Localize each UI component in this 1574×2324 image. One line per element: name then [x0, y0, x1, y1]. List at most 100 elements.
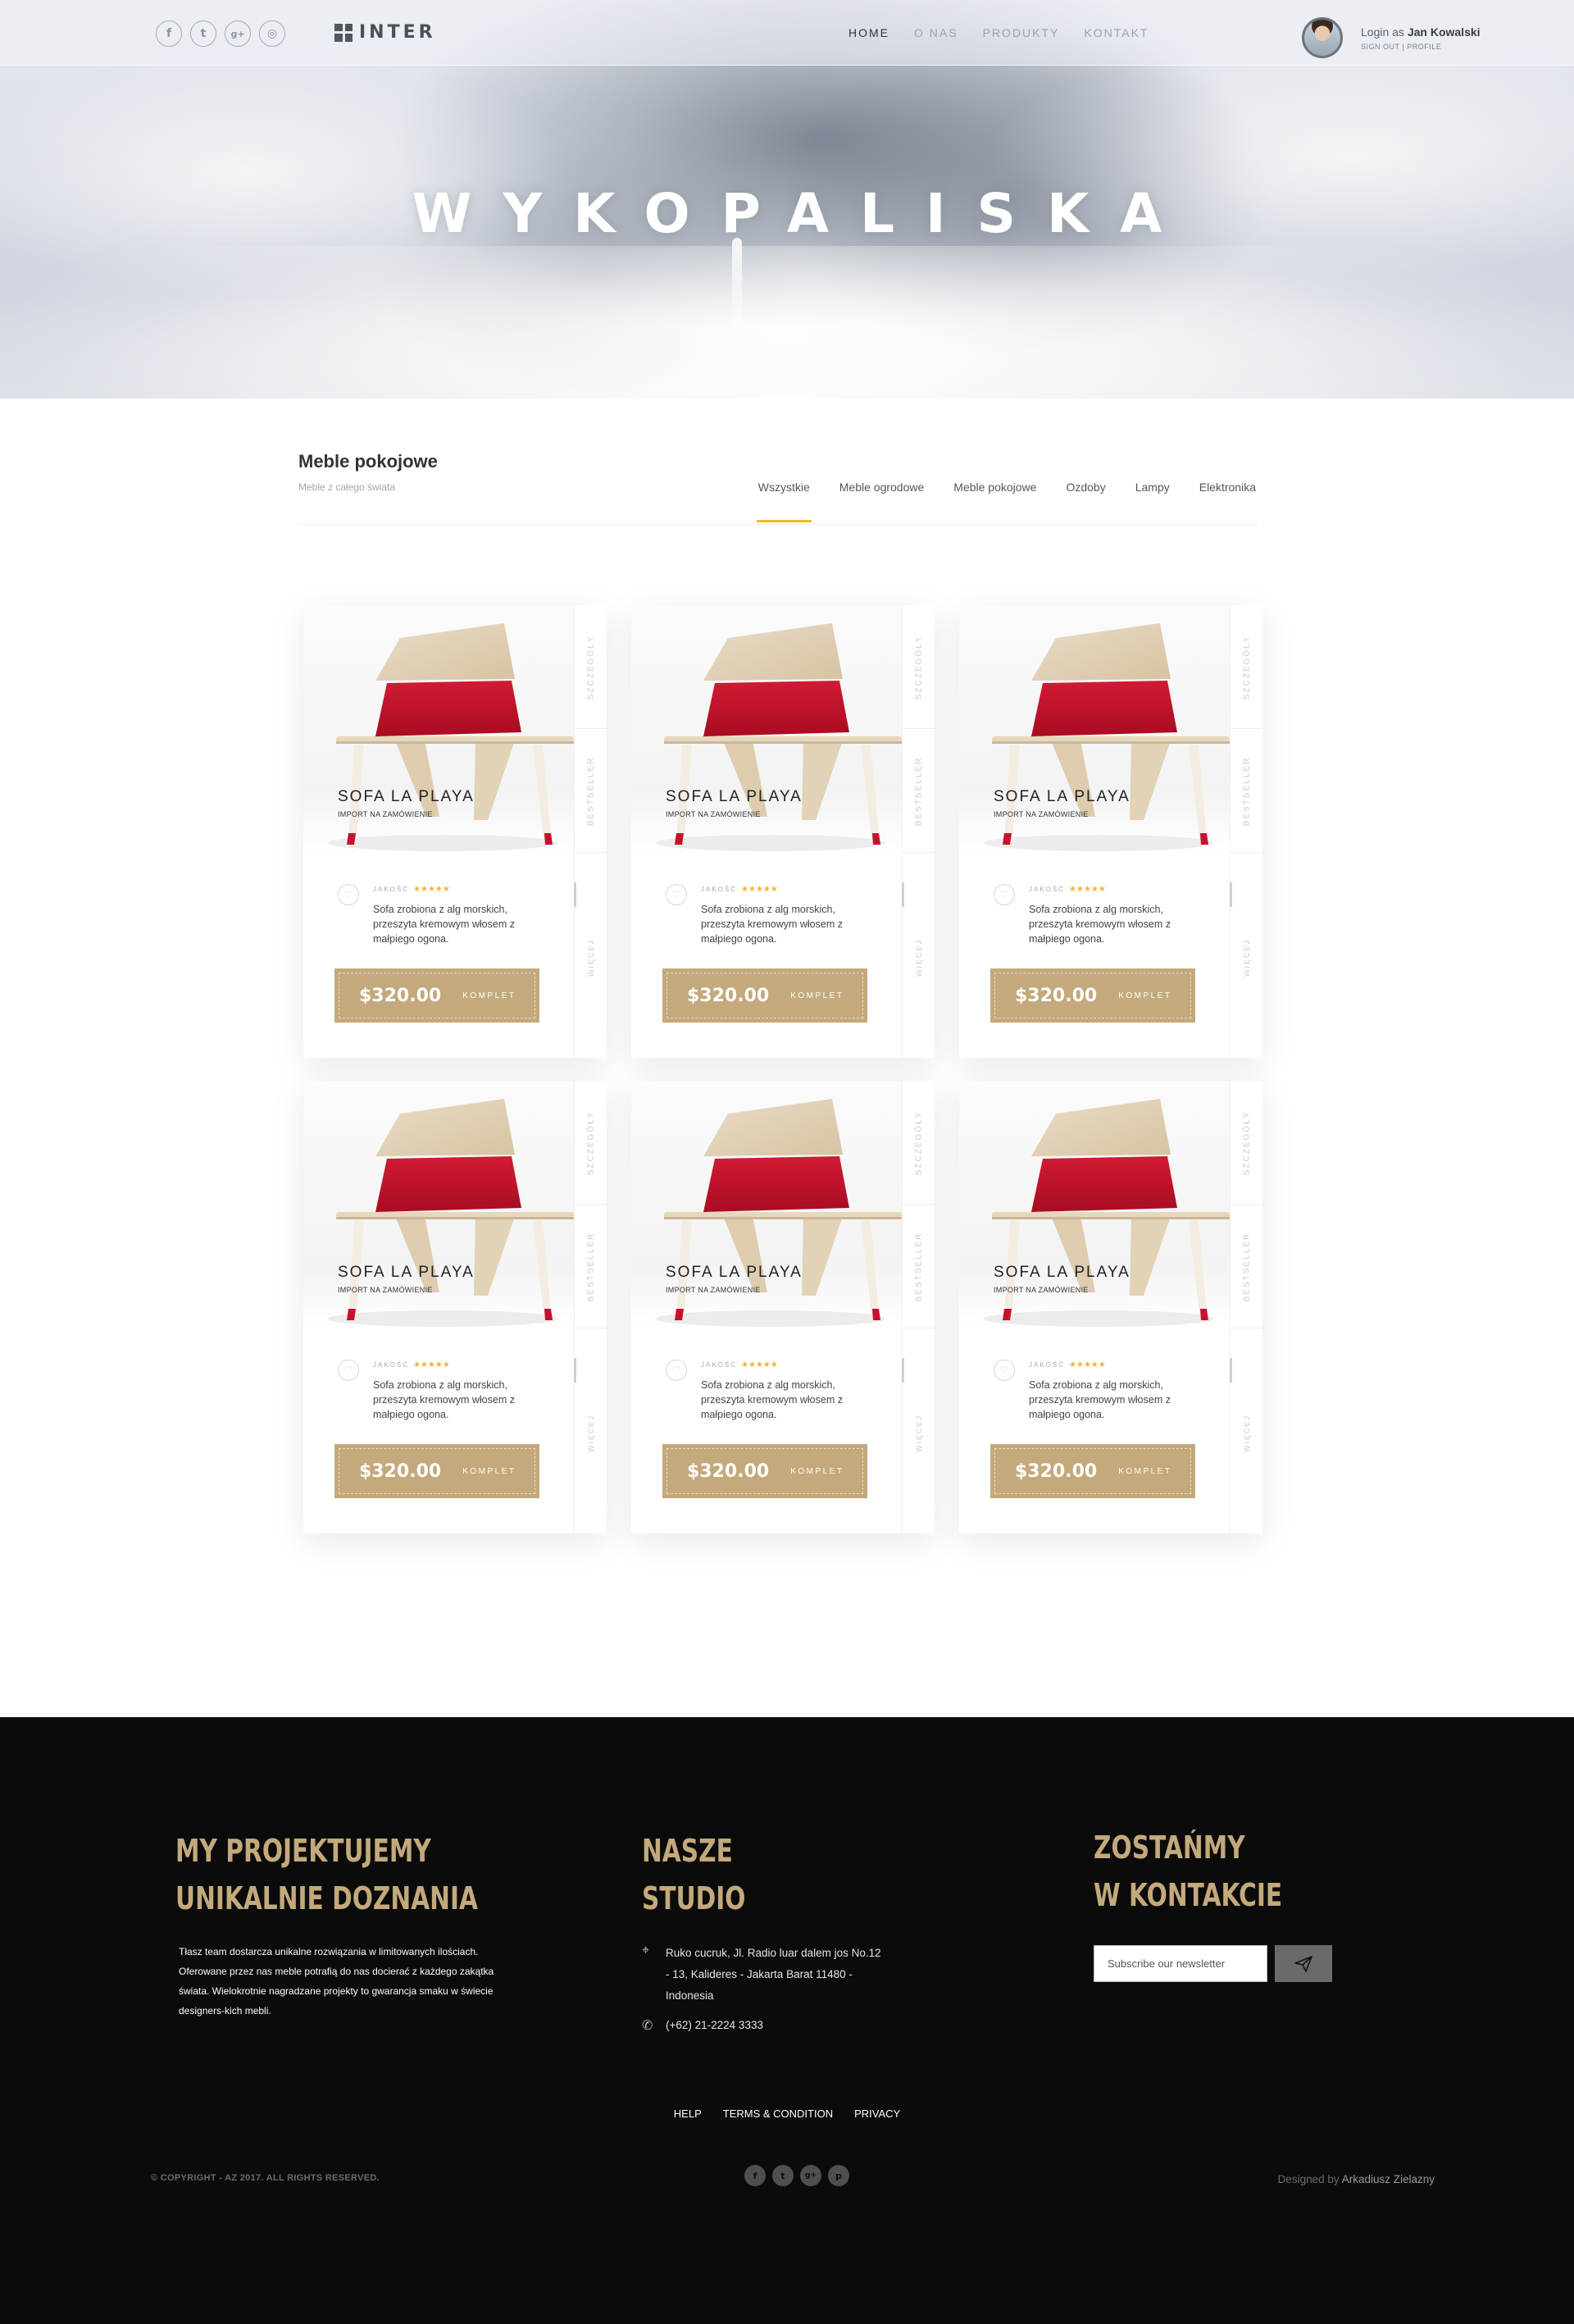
footer-link-privacy[interactable]: PRIVACY	[854, 2108, 900, 2120]
product-photo[interactable]: SOFA LA PLAYA IMPORT NA ZAMÓWIENIE	[959, 1081, 1230, 1328]
nav-o-nas[interactable]: O NAS	[914, 26, 958, 39]
nav-home[interactable]: HOME	[848, 26, 889, 39]
buy-button[interactable]: $320.00 KOMPLET	[990, 968, 1195, 1023]
product-description: Sofa zrobiona z alg morskich, przeszyta …	[1029, 904, 1171, 945]
side-tab-bestseller[interactable]: BESTSELLER	[587, 757, 596, 826]
favorite-icon[interactable]: ♡	[338, 1360, 359, 1381]
buy-button-label: KOMPLET	[1118, 991, 1172, 1000]
product-card[interactable]: SOFA LA PLAYA IMPORT NA ZAMÓWIENIE SZCZE…	[631, 1081, 935, 1533]
side-tab-wiecej[interactable]: WIĘCEJ	[915, 1415, 923, 1452]
favorite-icon[interactable]: ♡	[666, 884, 687, 905]
newsletter-email-input[interactable]	[1094, 1945, 1267, 1982]
buy-button[interactable]: $320.00 KOMPLET	[334, 1444, 539, 1498]
product-card[interactable]: SOFA LA PLAYA IMPORT NA ZAMÓWIENIE SZCZE…	[303, 1081, 607, 1533]
favorite-icon[interactable]: ♡	[338, 884, 359, 905]
product-card[interactable]: SOFA LA PLAYA IMPORT NA ZAMÓWIENIE SZCZE…	[631, 605, 935, 1058]
side-tab-wiecej[interactable]: WIĘCEJ	[1243, 939, 1251, 977]
tab-elektronika[interactable]: Elektronika	[1199, 481, 1256, 522]
product-name[interactable]: SOFA LA PLAYA	[338, 1264, 475, 1282]
side-tab-wiecej[interactable]: WIĘCEJ	[587, 1415, 595, 1452]
google-plus-icon[interactable]: g+	[225, 21, 251, 47]
side-tab-wiecej[interactable]: WIĘCEJ	[1243, 1415, 1251, 1452]
side-indicator	[1230, 1358, 1232, 1383]
product-photo[interactable]: SOFA LA PLAYA IMPORT NA ZAMÓWIENIE	[631, 1081, 902, 1328]
product-description: Sofa zrobiona z alg morskich, przeszyta …	[1029, 1379, 1171, 1420]
newsletter-submit-button[interactable]	[1275, 1945, 1332, 1982]
location-pin-icon: ⌖	[642, 1944, 650, 1957]
studio-phone[interactable]: (+62) 21-2224 3333	[666, 2019, 763, 2031]
footer-link-help[interactable]: HELP	[674, 2108, 702, 2120]
twitter-icon[interactable]: t	[772, 2165, 794, 2186]
buy-button[interactable]: $320.00 KOMPLET	[990, 1444, 1195, 1498]
side-tab-szczegoly[interactable]: SZCZEGÓŁY	[915, 636, 924, 700]
google-plus-icon[interactable]: g+	[800, 2165, 821, 2186]
buy-button-label: KOMPLET	[790, 1466, 844, 1476]
side-tab-wiecej[interactable]: WIĘCEJ	[587, 939, 595, 977]
side-tab-szczegoly[interactable]: SZCZEGÓŁY	[1243, 1111, 1252, 1176]
product-photo[interactable]: SOFA LA PLAYA IMPORT NA ZAMÓWIENIE	[303, 605, 574, 853]
facebook-icon[interactable]: f	[744, 2165, 766, 2186]
footer-link-terms[interactable]: TERMS & CONDITION	[723, 2108, 833, 2120]
tab-ozdoby[interactable]: Ozdoby	[1066, 481, 1105, 522]
product-name[interactable]: SOFA LA PLAYA	[338, 788, 475, 806]
buy-button[interactable]: $320.00 KOMPLET	[662, 1444, 867, 1498]
side-tab-bestseller[interactable]: BESTSELLER	[587, 1233, 596, 1301]
tab-wszystkie[interactable]: Wszystkie	[756, 481, 812, 522]
product-photo[interactable]: SOFA LA PLAYA IMPORT NA ZAMÓWIENIE	[631, 605, 902, 853]
side-tab-szczegoly[interactable]: SZCZEGÓŁY	[915, 1111, 924, 1176]
side-tab-bestseller[interactable]: BESTSELLER	[1243, 1233, 1252, 1301]
buy-button[interactable]: $320.00 KOMPLET	[662, 968, 867, 1023]
rating-stars: ★★★★★	[741, 1360, 778, 1369]
nav-kontakt[interactable]: KONTAKT	[1084, 26, 1149, 39]
product-name[interactable]: SOFA LA PLAYA	[994, 1264, 1130, 1282]
product-description: Sofa zrobiona z alg morskich, przeszyta …	[373, 1379, 515, 1420]
profile-link[interactable]: PROFILE	[1407, 43, 1441, 51]
product-photo[interactable]: SOFA LA PLAYA IMPORT NA ZAMÓWIENIE	[303, 1081, 574, 1328]
product-card[interactable]: SOFA LA PLAYA IMPORT NA ZAMÓWIENIE SZCZE…	[303, 605, 607, 1058]
side-tab-wiecej[interactable]: WIĘCEJ	[915, 939, 923, 977]
product-price: $320.00	[359, 985, 442, 1006]
instagram-icon[interactable]: ◎	[259, 21, 285, 47]
facebook-icon[interactable]: f	[156, 21, 182, 47]
avatar[interactable]	[1302, 17, 1343, 58]
side-tab-szczegoly[interactable]: SZCZEGÓŁY	[587, 636, 596, 700]
quality-rating: JAKOŚĆ ★★★★★	[701, 1360, 778, 1369]
footer-about-text: Tłasz team dostarcza unikalne rozwiązani…	[179, 1946, 494, 2016]
product-name[interactable]: SOFA LA PLAYA	[994, 788, 1130, 806]
favorite-icon[interactable]: ♡	[666, 1360, 687, 1381]
nav-produkty[interactable]: PRODUKTY	[983, 26, 1060, 39]
side-tab-szczegoly[interactable]: SZCZEGÓŁY	[587, 1111, 596, 1176]
site-logo[interactable]: INTER	[334, 22, 436, 43]
side-tab-bestseller[interactable]: BESTSELLER	[1243, 757, 1252, 826]
tab-meble-pokojowe[interactable]: Meble pokojowe	[953, 481, 1036, 522]
quality-rating: JAKOŚĆ ★★★★★	[373, 885, 450, 894]
product-description: Sofa zrobiona z alg morskich, przeszyta …	[701, 904, 843, 945]
side-tab-szczegoly[interactable]: SZCZEGÓŁY	[1243, 636, 1252, 700]
product-name[interactable]: SOFA LA PLAYA	[666, 788, 803, 806]
footer-heading-studio: NASZE STUDIO	[642, 1833, 746, 1916]
designer-name[interactable]: Arkadiusz Zielazny	[1342, 2173, 1435, 2185]
pinterest-icon[interactable]: p	[828, 2165, 849, 2186]
product-photo[interactable]: SOFA LA PLAYA IMPORT NA ZAMÓWIENIE	[959, 605, 1230, 853]
product-name[interactable]: SOFA LA PLAYA	[666, 1264, 803, 1282]
rating-stars: ★★★★★	[1069, 1360, 1106, 1369]
buy-button-label: KOMPLET	[1118, 1466, 1172, 1476]
buy-button[interactable]: $320.00 KOMPLET	[334, 968, 539, 1023]
top-navigation-bar: f t g+ ◎ INTER HOME O NAS PRODUKTY KONTA…	[0, 0, 1574, 66]
rating-stars: ★★★★★	[413, 1360, 450, 1369]
card-side-menu: SZCZEGÓŁY BESTSELLER WIĘCEJ	[902, 605, 935, 1058]
sign-out-link[interactable]: SIGN OUT	[1361, 43, 1399, 51]
favorite-icon[interactable]: ♡	[994, 884, 1015, 905]
side-tab-bestseller[interactable]: BESTSELLER	[915, 757, 924, 826]
product-price: $320.00	[687, 985, 770, 1006]
card-side-menu: SZCZEGÓŁY BESTSELLER WIĘCEJ	[1230, 605, 1263, 1058]
tab-meble-ogrodowe[interactable]: Meble ogrodowe	[839, 481, 925, 522]
product-card[interactable]: SOFA LA PLAYA IMPORT NA ZAMÓWIENIE SZCZE…	[959, 1081, 1263, 1533]
product-card[interactable]: SOFA LA PLAYA IMPORT NA ZAMÓWIENIE SZCZE…	[959, 605, 1263, 1058]
side-tab-bestseller[interactable]: BESTSELLER	[915, 1233, 924, 1301]
tab-lampy[interactable]: Lampy	[1135, 481, 1170, 522]
category-subtitle: Meble z całego świata	[298, 481, 396, 493]
footer-heading-design: MY PROJEKTUJEMY UNIKALNIE DOZNANIA	[175, 1833, 478, 1916]
favorite-icon[interactable]: ♡	[994, 1360, 1015, 1381]
twitter-icon[interactable]: t	[190, 21, 216, 47]
